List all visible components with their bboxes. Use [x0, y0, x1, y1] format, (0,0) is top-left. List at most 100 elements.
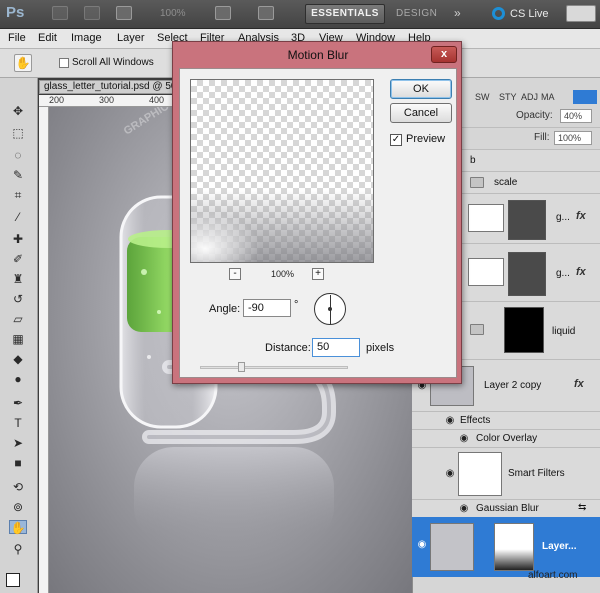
history-brush-tool-icon[interactable]: ↺	[9, 292, 27, 306]
type-tool-icon[interactable]: T	[9, 416, 27, 430]
marquee-tool-icon[interactable]: ⬚	[9, 126, 27, 140]
smart-filters-label: Smart Filters	[508, 468, 565, 479]
distance-slider-track[interactable]	[200, 366, 348, 369]
ok-button[interactable]: OK	[390, 79, 452, 99]
path-selection-tool-icon[interactable]: ➤	[9, 436, 27, 450]
preview-label: Preview	[406, 133, 446, 145]
workspace-design-button[interactable]: DESIGN	[396, 8, 437, 19]
visibility-eye-icon[interactable]: ◉	[458, 433, 470, 445]
3d-orbit-tool-icon[interactable]: ⊚	[9, 500, 27, 514]
photoshop-logo: Ps	[6, 4, 25, 21]
smart-filters-row[interactable]: ◉ Smart Filters	[412, 448, 600, 500]
zoom-in-button[interactable]: +	[312, 268, 324, 280]
color-overlay-row[interactable]: ◉ Color Overlay	[412, 430, 600, 448]
visibility-eye-icon[interactable]: ◉	[444, 415, 456, 427]
menu-edit[interactable]: Edit	[38, 32, 57, 44]
menu-file[interactable]: File	[8, 32, 26, 44]
ruler-tick: 400	[149, 95, 165, 105]
cancel-button[interactable]: Cancel	[390, 103, 452, 123]
credit-text: alfoart.com	[528, 570, 578, 581]
shape-tool-icon[interactable]: ■	[9, 456, 27, 470]
hand-tool-preset-icon[interactable]: ✋	[14, 54, 32, 72]
window-minimize-button[interactable]	[566, 5, 596, 22]
3d-rotate-tool-icon[interactable]: ⟲	[9, 480, 27, 494]
tab-styles[interactable]: STY	[499, 92, 517, 104]
blur-tool-icon[interactable]: ◆	[9, 352, 27, 366]
distance-label: Distance:	[265, 342, 311, 354]
preview-zoom-level: 100%	[271, 269, 295, 279]
gaussian-blur-row[interactable]: ◉ Gaussian Blur ⇆	[412, 500, 600, 518]
visibility-eye-icon[interactable]: ◉	[458, 503, 470, 515]
zoom-tool-icon[interactable]: ⚲	[9, 542, 27, 556]
tab-adjustments[interactable]: ADJ	[521, 92, 538, 104]
dialog-body: - 100% + OK Cancel ✓ Preview Angle: -90 …	[179, 68, 457, 378]
clone-stamp-tool-icon[interactable]: ♜	[9, 272, 27, 286]
cs-live-button[interactable]: CS Live	[510, 8, 549, 20]
opacity-input[interactable]: 40%	[560, 109, 592, 123]
angle-dial[interactable]	[314, 293, 346, 325]
screen-mode-icon[interactable]	[258, 6, 274, 20]
visibility-eye-icon[interactable]: ◉	[444, 468, 456, 480]
fill-input[interactable]: 100%	[554, 131, 592, 145]
layer-name: b	[470, 155, 476, 166]
layer-row-selected[interactable]: ◉ Layer...	[412, 517, 600, 577]
document-tab[interactable]: glass_letter_tutorial.psd @ 50	[39, 80, 179, 94]
lasso-tool-icon[interactable]: ◌	[9, 148, 27, 162]
tab-masks[interactable]: MA	[541, 92, 555, 104]
distance-input[interactable]: 50	[312, 338, 360, 357]
dodge-tool-icon[interactable]: ●	[9, 372, 27, 386]
zoom-out-button[interactable]: -	[229, 268, 241, 280]
opacity-label: Opacity:	[516, 110, 553, 121]
layer-name: g...	[556, 212, 570, 223]
workspace-essentials-button[interactable]: ESSENTIALS	[305, 4, 385, 24]
arrange-documents-icon[interactable]	[215, 6, 231, 20]
menu-layer[interactable]: Layer	[117, 32, 145, 44]
minibridge-icon[interactable]	[84, 6, 100, 20]
panel-menu-icon[interactable]	[573, 90, 597, 104]
effects-label: Effects	[460, 415, 491, 426]
bridge-icon[interactable]	[52, 6, 68, 20]
preview-highlight	[191, 212, 261, 262]
more-workspaces-icon[interactable]: »	[454, 6, 461, 20]
close-button[interactable]: x	[431, 46, 457, 63]
gradient-tool-icon[interactable]: ▦	[9, 332, 27, 346]
fx-icon[interactable]: fx	[574, 378, 584, 390]
eyedropper-tool-icon[interactable]: ⁄	[9, 210, 27, 224]
layer-thumbnail	[468, 204, 504, 232]
menu-image[interactable]: Image	[71, 32, 102, 44]
move-tool-icon[interactable]: ✥	[9, 104, 27, 118]
tab-swatches[interactable]: SW	[475, 92, 490, 104]
folder-icon	[470, 324, 484, 335]
scroll-all-windows-checkbox[interactable]	[59, 58, 69, 68]
preview-checkbox[interactable]: ✓	[390, 134, 402, 146]
degree-symbol: °	[294, 299, 299, 311]
hand-tool-icon[interactable]: ✋	[9, 520, 27, 535]
eraser-tool-icon[interactable]: ▱	[9, 312, 27, 326]
foreground-color-swatch[interactable]	[6, 573, 20, 587]
crop-tool-icon[interactable]: ⌗	[9, 188, 27, 202]
layer-thumbnail	[430, 523, 474, 571]
fx-icon[interactable]: fx	[576, 210, 586, 222]
view-extras-icon[interactable]	[116, 6, 132, 20]
filter-preview[interactable]	[190, 79, 374, 263]
filter-mask-thumbnail	[494, 523, 534, 571]
brush-tool-icon[interactable]: ✐	[9, 252, 27, 266]
healing-brush-tool-icon[interactable]: ✚	[9, 232, 27, 246]
filter-options-icon[interactable]: ⇆	[578, 502, 586, 513]
cs-live-icon	[492, 7, 505, 20]
quick-select-tool-icon[interactable]: ✎	[9, 168, 27, 182]
visibility-eye-icon[interactable]: ◉	[416, 539, 428, 551]
tools-panel: ✥ ⬚ ◌ ✎ ⌗ ⁄ ✚ ✐ ♜ ↺ ▱ ▦ ◆ ● ✒ T ➤ ■ ⟲ ⊚ …	[0, 78, 38, 593]
layer-thumbnail	[468, 258, 504, 286]
effects-row[interactable]: ◉ Effects	[412, 412, 600, 430]
distance-slider-thumb[interactable]	[238, 362, 245, 372]
group-mask-thumbnail	[504, 307, 544, 353]
zoom-level[interactable]: 100%	[160, 8, 186, 19]
fx-icon[interactable]: fx	[576, 266, 586, 278]
layer-name: Layer...	[542, 541, 577, 552]
pen-tool-icon[interactable]: ✒	[9, 396, 27, 410]
layer-name: g...	[556, 268, 570, 279]
application-bar: Ps 100% ESSENTIALS DESIGN » CS Live	[0, 0, 600, 29]
angle-input[interactable]: -90	[243, 299, 291, 317]
folder-icon	[470, 177, 484, 188]
